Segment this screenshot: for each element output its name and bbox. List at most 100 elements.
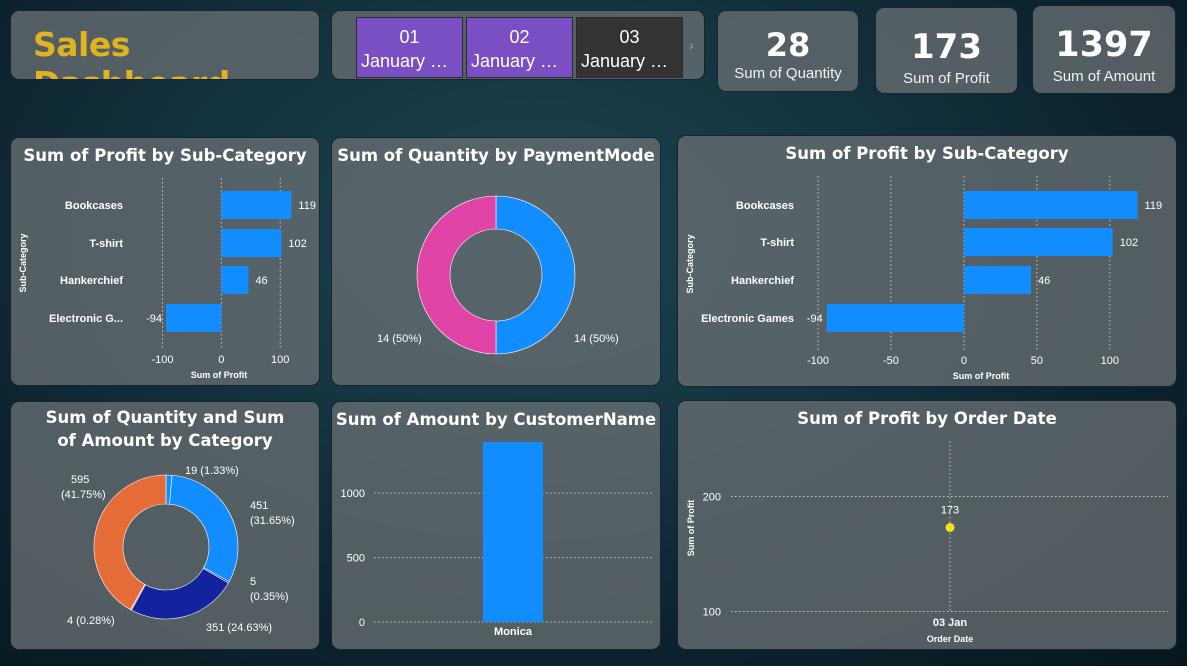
chart-title: Sum of Profit by Sub-Category xyxy=(785,144,1069,163)
category-label: Electronic G... xyxy=(49,313,123,325)
bar xyxy=(963,191,1138,219)
data-label: 4 (0.28%) xyxy=(67,615,115,627)
y-axis-title: Sub-Category xyxy=(685,234,695,293)
x-tick-label: 0 xyxy=(218,354,224,366)
date-slicer: 01 January 2021 02 January 2021 03 Janua… xyxy=(331,10,705,80)
date-tile-day: 02 xyxy=(509,27,530,47)
y-axis-title: Sub-Category xyxy=(18,233,28,292)
bar xyxy=(483,442,543,622)
x-axis-title: Order Date xyxy=(927,634,974,644)
data-label: 46 xyxy=(1038,275,1050,287)
data-label: (41.75%) xyxy=(61,489,106,501)
chart-card-profit-date: Sum of Profit by Order Date 100 200 173 03 … xyxy=(677,400,1177,650)
dashboard-title: Sales Dashboard xyxy=(33,25,230,79)
bar xyxy=(221,266,249,294)
x-tick-label: 50 xyxy=(1031,355,1043,367)
data-label: 5 xyxy=(250,576,256,588)
chart-card-profit-subcategory-left: Sum of Profit by Sub-Category -100 0 100 Bo… xyxy=(10,137,320,386)
kpi-card-quantity: 28 Sum of Quantity xyxy=(717,10,859,92)
category-label: T-shirt xyxy=(760,237,794,249)
x-tick-label: 100 xyxy=(1101,355,1119,367)
kpi-label: Sum of Quantity xyxy=(734,65,842,82)
category-label: Electronic Games xyxy=(701,313,794,325)
donut-slice xyxy=(131,568,229,620)
category-label: T-shirt xyxy=(89,238,123,250)
date-tile-month: January 2021 xyxy=(361,51,462,71)
bar xyxy=(826,304,964,332)
kpi-card-profit: 173 Sum of Profit xyxy=(875,7,1018,94)
chart-card-quantity-amount-category: Sum of Quantity and Sum of Amount by Cat… xyxy=(10,401,320,650)
data-label: (31.65%) xyxy=(250,515,295,527)
y-tick-label: 500 xyxy=(347,553,365,565)
data-label: -94 xyxy=(146,313,162,325)
category-label: Hankerchief xyxy=(731,275,794,287)
data-label: 102 xyxy=(1120,237,1138,249)
date-tile-day: 03 xyxy=(619,27,640,47)
x-tick-label: -50 xyxy=(883,355,899,367)
data-label: 351 (24.63%) xyxy=(206,622,272,634)
kpi-label: Sum of Profit xyxy=(903,70,990,87)
kpi-value: 1397 xyxy=(1055,25,1153,65)
data-label: 14 (50%) xyxy=(377,333,422,345)
date-tile-3[interactable]: 03 January 2021 xyxy=(576,17,683,78)
bar xyxy=(963,266,1032,294)
donut-slice xyxy=(416,195,497,355)
y-tick-label: 100 xyxy=(703,607,721,619)
donut-chart: 14 (50%) 14 (50%) xyxy=(377,195,619,355)
chart-title: Sum of Profit by Sub-Category xyxy=(23,146,307,165)
category-label: Hankerchief xyxy=(60,275,123,287)
y-tick-label: 1000 xyxy=(341,488,365,500)
bar xyxy=(221,191,292,219)
date-tile-month: January 2021 xyxy=(581,51,682,71)
x-tick-label: -100 xyxy=(807,355,829,367)
kpi-value: 28 xyxy=(765,26,811,64)
title-card: Sales Dashboard xyxy=(10,10,320,80)
date-tile-1[interactable]: 01 January 2021 xyxy=(356,17,463,78)
data-label: 19 (1.33%) xyxy=(185,465,239,477)
scatter-chart: 100 200 173 03 Jan Order Date Sum of Profit xyxy=(686,441,1168,644)
chart-card-quantity-payment: Sum of Quantity by PaymentMode 14 (50%) 1… xyxy=(331,137,661,386)
y-tick-label: 200 xyxy=(703,492,721,504)
x-axis-title: Sum of Profit xyxy=(953,371,1010,381)
category-label: Bookcases xyxy=(736,200,794,212)
category-label: Bookcases xyxy=(65,200,123,212)
data-label: -94 xyxy=(807,313,823,325)
data-label: 119 xyxy=(298,200,316,212)
data-label: (0.35%) xyxy=(250,591,289,603)
kpi-value: 173 xyxy=(911,27,982,67)
y-tick-label: 0 xyxy=(359,617,365,629)
bar xyxy=(963,228,1113,256)
data-label: 451 xyxy=(250,500,268,512)
x-tick-label: -100 xyxy=(151,354,173,366)
chart-title: Sum of Quantity by PaymentMode xyxy=(337,146,655,165)
data-label: 595 xyxy=(71,474,89,486)
data-label: 119 xyxy=(1145,200,1163,212)
kpi-card-amount: 1397 Sum of Amount xyxy=(1032,5,1176,94)
chart-title: Sum of Amount by CustomerName xyxy=(335,410,657,429)
scatter-point xyxy=(945,523,955,533)
date-tile-month: January 2021 xyxy=(471,51,572,71)
column-chart: 0 500 1000 Monica xyxy=(341,442,654,638)
data-label: 46 xyxy=(255,275,267,287)
y-axis-title: Sum of Profit xyxy=(686,500,696,557)
x-tick-label: 03 Jan xyxy=(933,617,968,629)
data-label: 102 xyxy=(288,238,306,250)
bar xyxy=(221,229,282,257)
bar xyxy=(166,304,222,332)
donut-slice xyxy=(169,474,239,583)
data-label: 14 (50%) xyxy=(574,333,619,345)
chart-card-amount-customer: Sum of Amount by CustomerName 0 500 1000 Mo… xyxy=(331,401,661,650)
bar-chart: -100 -50 0 50 100 Bookcases 119 T-shirt 102 Hanke… xyxy=(685,176,1163,381)
x-axis-title: Sum of Profit xyxy=(191,370,248,380)
data-label: 173 xyxy=(941,505,959,517)
chart-title: Sum of Profit by Order Date xyxy=(797,409,1057,428)
chart-card-profit-subcategory-right: Sum of Profit by Sub-Category -100 -50 0 50… xyxy=(677,135,1177,387)
category-label: Monica xyxy=(494,626,533,638)
date-tile-2[interactable]: 02 January 2021 xyxy=(466,17,573,78)
date-tile-day: 01 xyxy=(399,27,420,47)
x-tick-label: 0 xyxy=(961,355,967,367)
donut-slice xyxy=(495,195,576,355)
bar-chart: -100 0 100 Bookcases 119 T-shirt 102 Hankerchie… xyxy=(18,178,316,380)
x-tick-label: 100 xyxy=(271,354,289,366)
chevron-right-icon[interactable]: › xyxy=(689,37,694,53)
